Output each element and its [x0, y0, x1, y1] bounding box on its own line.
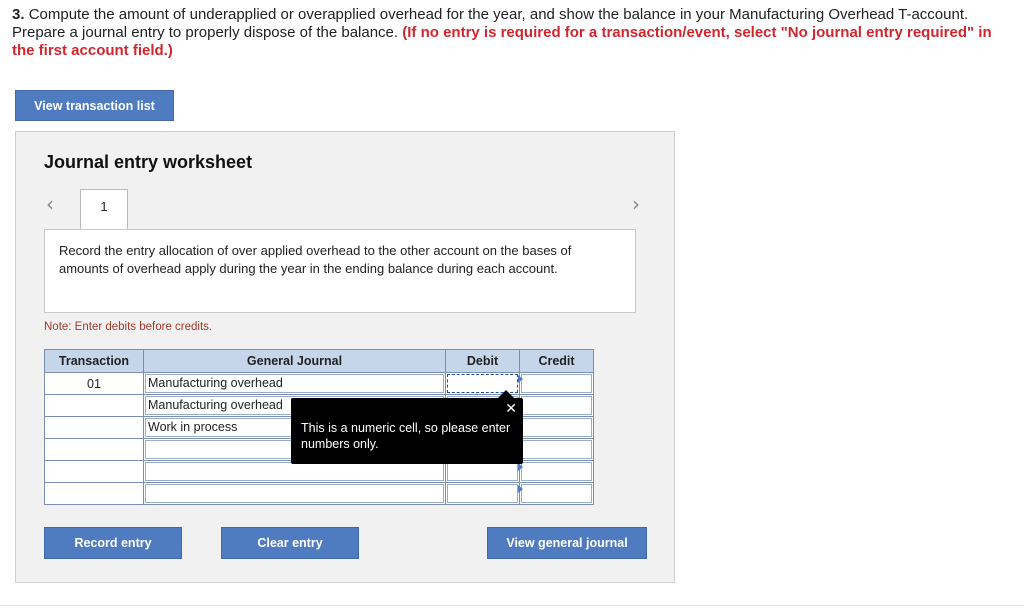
- worksheet-title: Journal entry worksheet: [44, 152, 253, 172]
- credit-field[interactable]: [519, 394, 594, 417]
- transaction-cell: [44, 482, 144, 505]
- chevron-right-icon[interactable]: ›: [632, 192, 640, 216]
- view-transaction-list-button[interactable]: View transaction list: [15, 90, 174, 121]
- credit-field[interactable]: [519, 438, 594, 461]
- numeric-cell-tooltip: ✕ This is a numeric cell, so please ente…: [291, 390, 523, 464]
- entry-description: Record the entry allocation of over appl…: [44, 229, 636, 313]
- account-value[interactable]: [145, 462, 444, 481]
- credit-field[interactable]: [519, 372, 594, 395]
- transaction-cell: [44, 394, 144, 417]
- header-debit: Debit: [445, 349, 520, 373]
- transaction-cell: [44, 416, 144, 439]
- note-text: Note: Enter debits before credits.: [44, 321, 213, 333]
- journal-entry-worksheet: Journal entry worksheet ‹ › 1 Record the…: [15, 131, 675, 583]
- header-general-journal: General Journal: [143, 349, 446, 373]
- account-field[interactable]: Manufacturing overhead: [143, 372, 446, 395]
- credit-field[interactable]: [519, 416, 594, 439]
- tooltip-arrow: [498, 390, 514, 398]
- account-value[interactable]: [145, 484, 444, 503]
- header-credit: Credit: [519, 349, 594, 373]
- debit-input[interactable]: [447, 462, 518, 481]
- debit-input[interactable]: [447, 484, 518, 503]
- chevron-left-icon[interactable]: ‹: [46, 192, 54, 216]
- tooltip-text: This is a numeric cell, so please enter …: [301, 421, 511, 451]
- tab-entry-1[interactable]: 1: [80, 189, 128, 229]
- debit-field[interactable]: [445, 482, 523, 505]
- transaction-cell: 01: [44, 372, 144, 395]
- credit-input[interactable]: [521, 374, 592, 393]
- view-general-journal-button[interactable]: View general journal: [487, 527, 647, 559]
- credit-field[interactable]: [519, 482, 594, 505]
- clear-entry-button[interactable]: Clear entry: [221, 527, 359, 559]
- credit-input[interactable]: [521, 418, 592, 437]
- table-row: [44, 482, 594, 505]
- account-value[interactable]: Manufacturing overhead: [145, 374, 444, 393]
- transaction-cell: [44, 460, 144, 483]
- close-icon[interactable]: ✕: [505, 401, 517, 417]
- header-transaction: Transaction: [44, 349, 144, 373]
- account-field[interactable]: [143, 482, 446, 505]
- credit-input[interactable]: [521, 484, 592, 503]
- record-entry-button[interactable]: Record entry: [44, 527, 182, 559]
- bottom-divider: [0, 605, 1024, 606]
- credit-input[interactable]: [521, 440, 592, 459]
- credit-input[interactable]: [521, 396, 592, 415]
- transaction-cell: [44, 438, 144, 461]
- question-number: 3.: [12, 6, 25, 23]
- credit-input[interactable]: [521, 462, 592, 481]
- credit-field[interactable]: [519, 460, 594, 483]
- question-text: 3. Compute the amount of underapplied or…: [12, 6, 1012, 60]
